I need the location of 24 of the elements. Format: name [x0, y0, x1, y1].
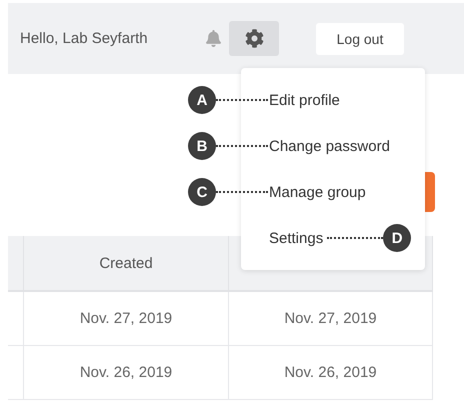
action-button[interactable] — [425, 172, 435, 212]
table-cell — [8, 292, 24, 346]
menu-item[interactable]: Settings — [269, 230, 324, 246]
leader-line — [216, 191, 268, 193]
menu-item[interactable]: Edit profile — [269, 92, 340, 108]
menu-item[interactable]: Change password — [269, 138, 390, 154]
table-cell: Nov. 26, 2019 — [24, 346, 229, 400]
menu-item[interactable]: Manage group — [269, 184, 366, 200]
settings-button[interactable] — [229, 21, 279, 56]
callout-badge: C — [188, 178, 216, 206]
greeting-text: Hello, Lab Seyfarth — [20, 30, 149, 47]
callout-badge: A — [188, 86, 216, 114]
table-cell: Nov. 27, 2019 — [24, 292, 229, 346]
column-header[interactable]: Created — [24, 236, 229, 292]
table-cell: Nov. 26, 2019 — [229, 346, 433, 400]
gear-icon — [244, 29, 264, 48]
table-cell — [8, 346, 24, 400]
header-cell — [8, 236, 24, 292]
logout-button[interactable]: Log out — [316, 22, 404, 54]
callout-badge: B — [188, 132, 216, 160]
callout-badge: D — [383, 224, 412, 252]
leader-line — [216, 145, 268, 147]
leader-line — [216, 99, 268, 101]
table-cell: Nov. 27, 2019 — [229, 292, 433, 346]
